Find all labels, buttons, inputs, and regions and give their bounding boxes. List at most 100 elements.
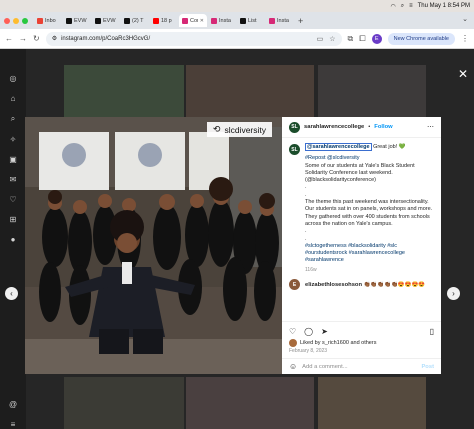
repost-watermark: ⟲ slcdiversity (206, 122, 272, 137)
next-post-arrow[interactable]: › (447, 287, 460, 300)
notifications-icon[interactable]: ♡ (9, 195, 16, 204)
create-icon[interactable]: ⊞ (10, 215, 17, 224)
profile-icon[interactable]: ● (11, 235, 16, 244)
caption-line-1: Some of our students at Yale's Black Stu… (305, 162, 415, 184)
tab-favicon-icon (153, 17, 159, 24)
group-photo-illustration (25, 117, 282, 374)
browser-tab[interactable]: EVW (92, 14, 120, 27)
tab-favicon-icon (240, 17, 246, 24)
more-icon[interactable]: ≡ (11, 420, 16, 429)
tab-label: EVW (74, 17, 87, 24)
commenter-avatar[interactable]: E (289, 279, 300, 291)
site-info-icon[interactable]: ⚙ (52, 35, 57, 42)
caption-mention[interactable]: @sarahlawrencecollege (305, 143, 372, 151)
reels-icon[interactable]: ▣ (9, 155, 17, 164)
address-bar[interactable]: ⚙ instagram.com/p/CoaRc3HGcvG/ ▭ ☆ (45, 31, 342, 46)
browser-tab[interactable]: EVW (63, 14, 91, 27)
tab-label: EVW (103, 17, 116, 24)
tab-favicon-icon (66, 17, 72, 24)
separator-dot: • (368, 124, 371, 130)
caption-repost[interactable]: #Repost @slcdiversity (305, 155, 434, 162)
tab-label: Inbo (45, 17, 56, 24)
background-post-tile (186, 377, 314, 429)
liker-avatar[interactable] (289, 339, 297, 347)
caption-avatar[interactable]: SL (289, 144, 300, 155)
watermark-text: slcdiversity (224, 124, 266, 135)
account-avatar[interactable]: SL (289, 121, 300, 133)
tab-search-icon[interactable]: ⧠ (359, 34, 365, 44)
add-comment-bar: ☺ Add a comment... Post (282, 358, 441, 374)
browser-tab[interactable]: Insta (208, 14, 236, 27)
close-modal-icon[interactable]: ✕ (458, 67, 468, 81)
explore-icon[interactable]: ✧ (10, 135, 17, 144)
follow-button[interactable]: Follow (374, 124, 392, 130)
post-comment-button[interactable]: Post (421, 364, 434, 370)
like-icon[interactable]: ♡ (289, 327, 296, 336)
background-post-tile (64, 65, 184, 117)
previous-post-arrow[interactable]: ‹ (5, 287, 18, 300)
likes-row: Liked by s_rich1600 and others (282, 338, 441, 348)
instagram-logo-icon[interactable]: ◎ (10, 74, 17, 83)
caption-theme: The theme this past weekend was intersec… (305, 199, 433, 227)
extensions-icon[interactable]: ⧉ (348, 34, 354, 44)
minimize-window-button[interactable] (13, 17, 19, 24)
liked-by-text[interactable]: Liked by s_rich1600 and others (300, 340, 376, 346)
update-chrome-button[interactable]: New Chrome available (387, 32, 455, 45)
home-icon[interactable]: ⌂ (11, 94, 16, 103)
browser-tab[interactable]: 18 p (150, 14, 178, 27)
back-icon[interactable]: ← (5, 34, 13, 43)
tab-favicon-icon (37, 17, 43, 24)
browser-tab[interactable]: (2) T (121, 14, 149, 27)
tab-label: (2) T (132, 17, 144, 24)
comment-item: E elizabethlosesohson 👏🏾👏🏾👏🏾👏🏾👏🏾😍😍😍😍 (289, 279, 434, 291)
instagram-nav-rail: ◎ ⌂ ⌕ ✧ ▣ ✉ ♡ ⊞ ● @ ≡ (0, 49, 26, 429)
post-date: February 8, 2023 (289, 348, 328, 354)
post-actions: ♡ ◯ ➤ ▯ (282, 321, 441, 338)
zoom-window-button[interactable] (22, 17, 28, 24)
forward-icon[interactable]: → (19, 34, 27, 43)
new-tab-button[interactable]: + (298, 16, 303, 26)
browser-tab[interactable]: List (237, 14, 265, 27)
browser-tab[interactable]: Com✕ (179, 14, 207, 27)
tab-favicon-icon (269, 17, 275, 24)
browser-tab[interactable]: Insta (266, 14, 294, 27)
reload-icon[interactable]: ↻ (33, 34, 40, 43)
tab-label: Insta (277, 17, 289, 24)
comment-icon[interactable]: ◯ (304, 327, 313, 336)
emoji-icon[interactable]: ☺ (289, 362, 297, 371)
messages-icon[interactable]: ✉ (10, 175, 17, 184)
tab-strip: InboEVWEVW(2) T18 pCom✕InstaListInsta + … (0, 12, 474, 29)
commenter-username[interactable]: elizabethlosesohson (305, 282, 362, 288)
search-icon[interactable]: ⌕ (11, 114, 15, 124)
background-post-tile (318, 377, 426, 429)
tab-label: Com (190, 17, 198, 24)
close-window-button[interactable] (4, 17, 10, 24)
more-options-icon[interactable]: ⋯ (427, 123, 434, 131)
cast-icon[interactable]: ▭ (317, 35, 324, 43)
repost-icon: ⟲ (212, 124, 221, 134)
post-photo[interactable]: ⟲ slcdiversity (25, 117, 282, 374)
background-post-tile (318, 65, 426, 117)
background-post-tile (64, 377, 184, 429)
comment-text: 👏🏾👏🏾👏🏾👏🏾👏🏾😍😍😍😍 (363, 281, 426, 288)
caption-age: 116w (305, 266, 317, 273)
add-comment-input[interactable]: Add a comment... (302, 364, 347, 370)
tab-favicon-icon (95, 17, 101, 24)
tab-label: 18 p (161, 17, 172, 24)
share-icon[interactable]: ➤ (321, 327, 328, 336)
tab-search-icon[interactable]: ⌄ (462, 15, 468, 23)
threads-icon[interactable]: @ (9, 400, 17, 409)
more-menu-icon[interactable]: ⋮ (461, 34, 469, 43)
bookmark-star-icon[interactable]: ☆ (329, 35, 335, 43)
post-username[interactable]: sarahlawrencecollege (304, 124, 364, 130)
profile-avatar[interactable]: E (371, 33, 382, 44)
wifi-icon: ◠ (390, 3, 396, 10)
caption-hashtags[interactable]: #slctogetherness #blacksolidarity #slc #… (305, 243, 434, 265)
background-post-tile (186, 65, 314, 117)
browser-toolbar: ← → ↻ ⚙ instagram.com/p/CoaRc3HGcvG/ ▭ ☆… (0, 29, 474, 49)
caption-greeting: Great job! 💚 (371, 144, 406, 150)
close-tab-icon[interactable]: ✕ (200, 18, 204, 24)
save-icon[interactable]: ▯ (430, 327, 434, 336)
browser-tab[interactable]: Inbo (34, 14, 62, 27)
tab-favicon-icon (211, 17, 217, 24)
